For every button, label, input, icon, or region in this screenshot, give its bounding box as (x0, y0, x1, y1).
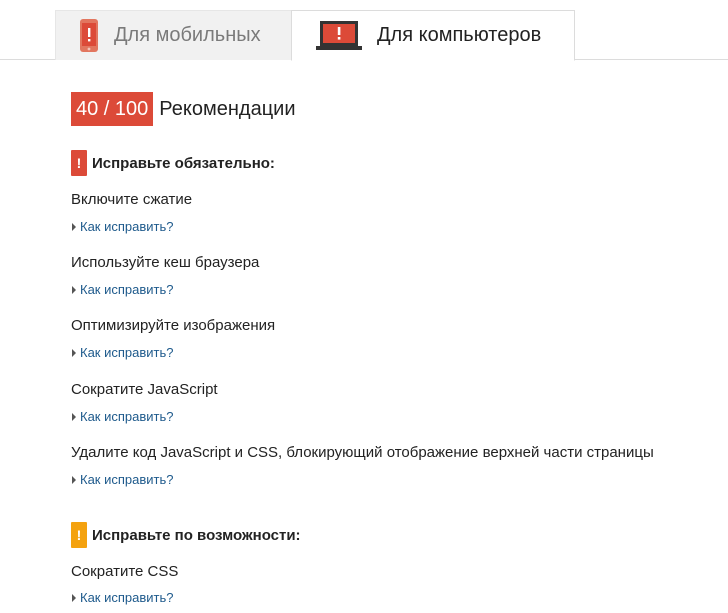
howto-link[interactable]: Как исправить? (72, 282, 174, 297)
alert-icon: ! (71, 522, 87, 548)
triangle-right-icon (72, 412, 76, 421)
section-must-fix-header: ! Исправьте обязательно: (71, 150, 275, 176)
howto-label: Как исправить? (80, 472, 174, 487)
section-should-fix-title: Исправьте по возможности: (92, 526, 301, 544)
triangle-right-icon (72, 475, 76, 484)
howto-label: Как исправить? (80, 345, 174, 360)
device-tabbar: Для мобильных Для компьютеров (0, 0, 728, 61)
rule-title[interactable]: Включите сжатие (71, 191, 192, 208)
score-header: 40 / 100 Рекомендации (71, 92, 296, 126)
howto-link[interactable]: Как исправить? (72, 219, 174, 234)
alert-icon: ! (71, 150, 87, 176)
triangle-right-icon (72, 285, 76, 294)
howto-link[interactable]: Как исправить? (72, 409, 174, 424)
howto-link[interactable]: Как исправить? (72, 590, 174, 605)
score-title: Рекомендации (159, 97, 296, 120)
rule-title[interactable]: Удалите код JavaScript и CSS, блокирующи… (71, 444, 654, 461)
tab-mobile[interactable]: Для мобильных (55, 10, 291, 60)
rule-title[interactable]: Оптимизируйте изображения (71, 317, 275, 334)
triangle-right-icon (72, 348, 76, 357)
tab-desktop-label: Для компьютеров (377, 24, 542, 46)
laptop-warning-icon (316, 20, 362, 51)
howto-link[interactable]: Как исправить? (72, 472, 174, 487)
triangle-right-icon (72, 222, 76, 231)
howto-label: Как исправить? (80, 409, 174, 424)
score-badge: 40 / 100 (71, 92, 154, 126)
rule-title[interactable]: Используйте кеш браузера (71, 254, 259, 271)
section-must-fix-title: Исправьте обязательно: (92, 154, 275, 172)
tab-desktop[interactable]: Для компьютеров (291, 10, 575, 61)
section-should-fix-header: ! Исправьте по возможности: (71, 522, 301, 548)
triangle-right-icon (72, 593, 76, 602)
howto-label: Как исправить? (80, 282, 174, 297)
howto-link[interactable]: Как исправить? (72, 345, 174, 360)
phone-warning-icon (80, 19, 98, 52)
howto-label: Как исправить? (80, 590, 174, 605)
howto-label: Как исправить? (80, 219, 174, 234)
rule-title[interactable]: Сократите CSS (71, 563, 178, 580)
tab-mobile-label: Для мобильных (114, 24, 261, 46)
rule-title[interactable]: Сократите JavaScript (71, 381, 218, 398)
